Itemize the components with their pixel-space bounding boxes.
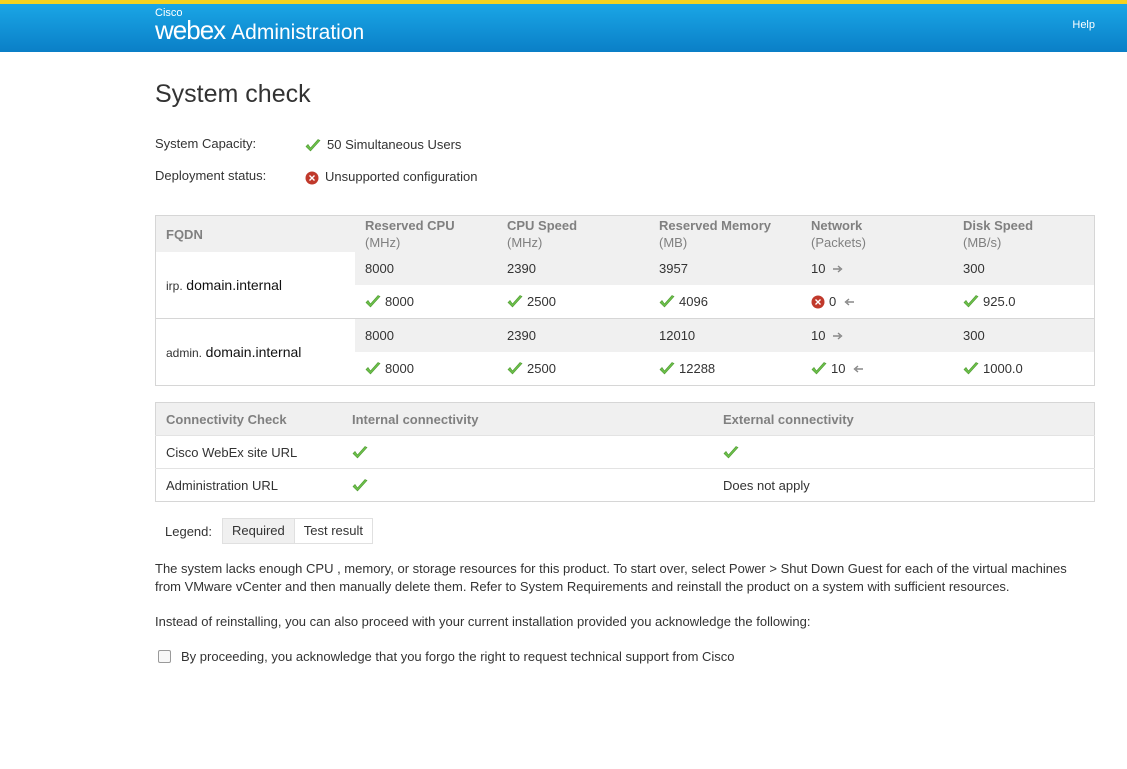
deployment-row: Deployment status: Unsupported configura… [155,165,1095,197]
result-cell: 1000.0 [953,352,1095,386]
capacity-value: 50 Simultaneous Users [327,137,462,153]
required-value: 8000 [355,318,497,352]
app-name: Administration [231,21,365,44]
brand-webex: webex [155,15,226,45]
connectivity-row: Administration URL Does not apply [155,468,1095,502]
required-value: 12010 [649,318,801,352]
check-icon [963,361,979,377]
check-icon [507,294,523,310]
col-internal: Internal connectivity [342,402,713,436]
arrow-left-icon [844,296,855,308]
legend-required: Required [222,518,295,544]
arrow-right-icon [833,263,844,275]
connectivity-row: Cisco WebEx site URL [155,435,1095,469]
col-cpu-speed: CPU Speed (MHz) [497,215,649,252]
system-summary: System Capacity: 50 Simultaneous Users D… [155,133,1095,197]
col-disk-speed: Disk Speed (MB/s) [953,215,1095,252]
legend-label: Legend: [165,523,212,539]
required-value: 2390 [497,252,649,285]
result-cell: 0 [801,285,953,319]
col-reserved-memory: Reserved Memory (MB) [649,215,801,252]
capacity-table: FQDN Reserved CPU (MHz) CPU Speed (MHz) Re… [155,215,1095,386]
result-cell: 2500 [497,285,649,319]
check-icon [352,477,368,492]
col-reserved-cpu: Reserved CPU (MHz) [355,215,497,252]
required-value: 2390 [497,318,649,352]
required-network: 10 [801,252,953,285]
fqdn-domain: domain.internal [186,277,283,293]
acknowledge-row: By proceeding, you acknowledge that you … [155,649,1095,664]
col-network: Network (Packets) [801,215,953,252]
internal-result [342,468,713,502]
col-external: External connectivity [713,402,1095,436]
col-connectivity-check: Connectivity Check [155,402,342,436]
check-icon [365,361,381,377]
check-icon [305,137,321,153]
error-icon [305,169,319,185]
required-value: 300 [953,318,1095,352]
resource-warning-text: The system lacks enough CPU , memory, or… [155,561,1067,594]
check-icon [723,444,739,459]
internal-result [342,435,713,469]
webex-logo: Cisco webex Administration [155,8,364,45]
col-fqdn: FQDN [155,215,355,252]
check-icon [507,361,523,377]
required-value: 300 [953,252,1095,285]
check-icon [659,361,675,377]
required-value: 3957 [649,252,801,285]
result-cell: 4096 [649,285,801,319]
top-bar: Cisco webex Administration Help [0,0,1127,52]
connectivity-header-row: Connectivity Check Internal connectivity… [155,402,1095,436]
help-link[interactable]: Help [1072,19,1095,31]
legend-test-result: Test result [294,518,374,544]
legend: Legend: Required Test result [155,518,1095,544]
arrow-right-icon [833,330,844,342]
result-cell: 8000 [355,352,497,386]
fqdn-cell: irp. domain.internal [155,252,355,319]
capacity-value-wrap: 50 Simultaneous Users [305,137,461,153]
deployment-label: Deployment status: [155,168,267,183]
capacity-header-row: FQDN Reserved CPU (MHz) CPU Speed (MHz) Re… [155,215,1095,252]
result-cell: 925.0 [953,285,1095,319]
main-content: System check System Capacity: 50 Simulta… [155,52,1095,664]
check-icon [365,294,381,310]
fqdn-prefix: irp. [166,279,183,293]
result-cell: 12288 [649,352,801,386]
deployment-value: Unsupported configuration [325,169,478,185]
capacity-label: System Capacity: [155,136,257,151]
fqdn-prefix: admin. [166,346,203,360]
external-result [713,435,1095,469]
capacity-row: System Capacity: 50 Simultaneous Users [155,133,1095,165]
result-cell: 2500 [497,352,649,386]
check-icon [659,294,675,310]
result-cell: 8000 [355,285,497,319]
required-network: 10 [801,318,953,352]
connectivity-table: Connectivity Check Internal connectivity… [155,402,1095,502]
check-icon [352,444,368,459]
arrow-left-icon [853,363,864,375]
acknowledge-label[interactable]: By proceeding, you acknowledge that you … [181,649,735,664]
error-icon [811,294,825,310]
external-result: Does not apply [713,468,1095,502]
acknowledge-checkbox[interactable] [158,650,171,663]
proceed-text: Instead of reinstalling, you can also pr… [155,614,811,629]
page-title: System check [155,80,311,108]
connectivity-name: Administration URL [155,468,342,502]
deployment-value-wrap: Unsupported configuration [305,169,478,185]
result-cell: 10 [801,352,953,386]
host-required-row: admin. domain.internal 8000 2390 12010 1… [155,318,1095,386]
connectivity-name: Cisco WebEx site URL [155,435,342,469]
check-icon [963,294,979,310]
host-required-row: irp. domain.internal 8000 2390 3957 10 3… [155,252,1095,319]
fqdn-domain: domain.internal [205,344,302,360]
fqdn-cell: admin. domain.internal [155,318,355,386]
check-icon [811,361,827,377]
required-value: 8000 [355,252,497,285]
